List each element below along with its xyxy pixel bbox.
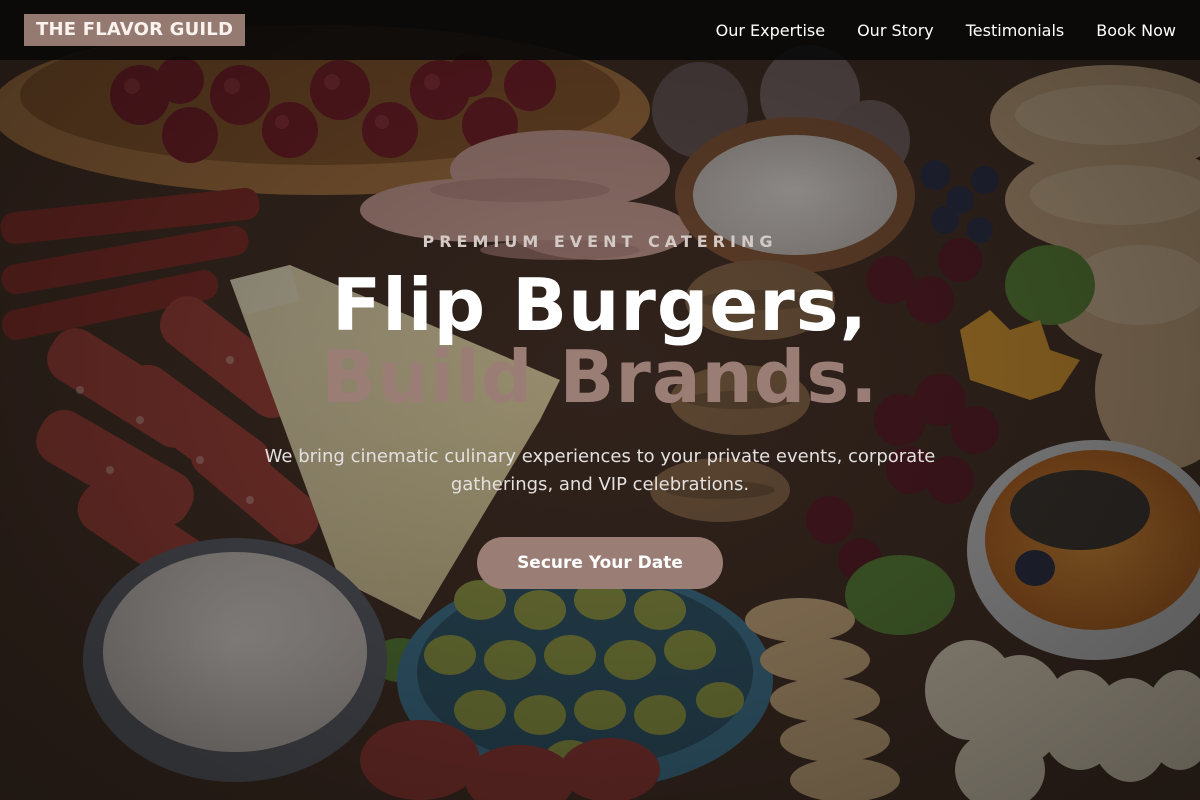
hero-headline-line2: Build Brands. <box>321 335 879 419</box>
nav-link-our-story[interactable]: Our Story <box>857 21 934 40</box>
top-navbar: THE FLAVOR GUILD Our Expertise Our Story… <box>0 0 1200 60</box>
nav-link-book-now[interactable]: Book Now <box>1096 21 1176 40</box>
hero-subtext: We bring cinematic culinary experiences … <box>264 446 936 495</box>
secure-your-date-button[interactable]: Secure Your Date <box>477 537 723 589</box>
hero-section: PREMIUM EVENT CATERING Flip Burgers, Bui… <box>0 232 1200 589</box>
brand-logo[interactable]: THE FLAVOR GUILD <box>24 14 246 46</box>
nav-link-our-expertise[interactable]: Our Expertise <box>716 21 825 40</box>
hero-headline-line1: Flip Burgers, <box>332 263 868 347</box>
hero-eyebrow: PREMIUM EVENT CATERING <box>422 232 778 251</box>
main-nav: Our Expertise Our Story Testimonials Boo… <box>716 21 1176 40</box>
nav-link-testimonials[interactable]: Testimonials <box>966 21 1065 40</box>
hero-headline: Flip Burgers, Build Brands. <box>0 269 1200 413</box>
